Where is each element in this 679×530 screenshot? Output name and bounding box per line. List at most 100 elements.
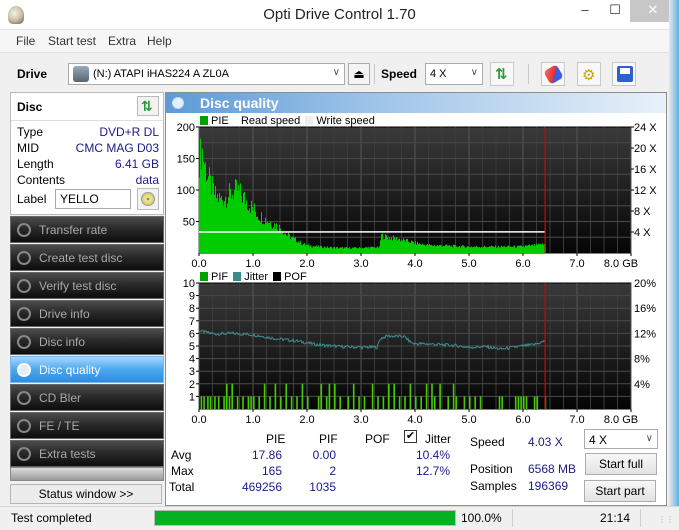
pie-bar xyxy=(298,241,299,253)
menu-help[interactable]: Help xyxy=(147,34,172,48)
save-button[interactable] xyxy=(612,62,636,86)
pie-bar xyxy=(258,219,259,253)
pie-bar xyxy=(519,245,520,253)
pie-bar xyxy=(218,201,219,253)
stats-header-pof: POF xyxy=(365,432,390,446)
pie-bar xyxy=(330,246,331,253)
menu-extra[interactable]: Extra xyxy=(108,34,136,48)
y-tick-label-left: 50 xyxy=(183,217,195,229)
start-full-button[interactable]: Start full xyxy=(585,453,657,475)
pie-bar xyxy=(312,247,313,253)
pie-bar xyxy=(207,179,208,253)
stats-avg-label: Avg xyxy=(171,448,192,462)
pie-bar xyxy=(273,227,274,253)
minimize-button[interactable]: – xyxy=(570,0,600,22)
pie-bar xyxy=(341,247,342,253)
pie-bar xyxy=(488,247,489,253)
pie-bar xyxy=(243,192,244,253)
disc-label-input[interactable]: YELLO xyxy=(55,189,131,209)
nav-item-drive-info[interactable]: Drive info xyxy=(10,300,164,327)
resize-grip-icon[interactable]: ⋮⋮ xyxy=(658,515,674,525)
test-speed-select[interactable]: 4 X ∨ xyxy=(584,429,658,449)
pie-bar xyxy=(433,245,434,253)
pie-bar xyxy=(201,169,202,253)
nav-item-label: CD Bler xyxy=(39,391,82,405)
stats-total-label: Total xyxy=(169,480,195,494)
pie-bar xyxy=(396,236,397,253)
pie-bar xyxy=(367,247,368,253)
pie-bar xyxy=(277,229,278,253)
pie-bar xyxy=(239,190,240,253)
pif-bar xyxy=(520,396,522,409)
pie-bar xyxy=(415,240,416,253)
nav-item-transfer-rate[interactable]: Transfer rate xyxy=(10,216,164,243)
progress-bar xyxy=(154,510,456,526)
nav-item-disc-info[interactable]: Disc info xyxy=(10,328,164,355)
nav-item-create-test-disc[interactable]: Create test disc xyxy=(10,244,164,271)
y-tick-label-right: 16% xyxy=(634,303,656,315)
chevron-down-icon: ∨ xyxy=(332,67,340,78)
nav-item-verify-test-disc[interactable]: Verify test disc xyxy=(10,272,164,299)
pie-bar xyxy=(209,167,210,253)
pie-bar xyxy=(300,240,301,253)
start-part-button[interactable]: Start part xyxy=(584,480,656,502)
pie-bar xyxy=(457,247,458,253)
pie-bar xyxy=(426,244,427,253)
pie-bar xyxy=(453,244,454,253)
pif-bar xyxy=(285,383,287,409)
pie-bar xyxy=(525,245,526,253)
disc-label-button[interactable] xyxy=(137,188,159,210)
pif-bar xyxy=(377,396,379,409)
pie-bar xyxy=(378,247,379,253)
pie-bar xyxy=(290,239,291,253)
pie-bar xyxy=(462,245,463,253)
settings-button[interactable]: ⚙ xyxy=(577,62,601,86)
nav-item-disc-quality[interactable]: Disc quality xyxy=(10,356,164,383)
pie-bar xyxy=(404,239,405,253)
refresh-icon: ⇅ xyxy=(495,66,508,83)
disc-header: Disc xyxy=(17,100,43,114)
nav-item-label: Disc info xyxy=(39,335,86,349)
menu-file[interactable]: File xyxy=(16,34,35,48)
eject-button[interactable]: ⏏ xyxy=(348,63,370,85)
pie-bar xyxy=(284,233,285,253)
pie-bar xyxy=(234,189,235,253)
pie-bar xyxy=(443,245,444,253)
refresh-speed-button[interactable]: ⇅ xyxy=(490,62,514,86)
menu-start-test[interactable]: Start test xyxy=(48,34,96,48)
pie-bar xyxy=(245,204,246,253)
pie-bar xyxy=(221,195,222,253)
pie-bar xyxy=(247,209,248,253)
jitter-checkbox[interactable]: ✔ xyxy=(404,430,417,443)
nav-item-cd-bler[interactable]: CD Bler xyxy=(10,384,164,411)
test-speed-value: 4 X xyxy=(589,433,608,447)
pie-bar xyxy=(311,247,312,253)
nav-item-extra-tests[interactable]: Extra tests xyxy=(10,440,164,467)
maximize-button[interactable]: ☐ xyxy=(600,0,630,22)
pie-bar xyxy=(203,161,204,253)
nav-item-fe-te[interactable]: FE / TE xyxy=(10,412,164,439)
drive-select[interactable]: (N:) ATAPI iHAS224 A ZL0A ∨ xyxy=(68,63,345,85)
x-tick-label: 1.0 xyxy=(245,414,260,426)
pie-bar xyxy=(235,179,236,253)
pie-bar xyxy=(202,148,203,253)
pie-bar xyxy=(295,237,296,253)
pie-bar xyxy=(481,247,482,253)
pie-bar xyxy=(383,239,384,253)
pie-bar xyxy=(264,224,265,253)
title-bar: Opti Drive Control 1.70 – ☐ ✕ xyxy=(0,0,679,30)
pie-bar xyxy=(372,246,373,253)
pie-bar xyxy=(515,247,516,253)
pie-bar xyxy=(534,244,535,253)
pie-bar xyxy=(225,196,226,253)
pie-bar xyxy=(405,241,406,253)
speed-select[interactable]: 4 X ∨ xyxy=(425,63,483,85)
label-caption: Label xyxy=(17,192,47,206)
pie-bar xyxy=(291,237,292,253)
erase-button[interactable] xyxy=(541,62,565,86)
status-window-button[interactable]: Status window >> xyxy=(10,484,162,504)
disc-quality-icon xyxy=(172,97,184,109)
refresh-disc-button[interactable]: ⇅ xyxy=(137,96,159,116)
disc-contents-value: data xyxy=(135,173,159,187)
menu-bar: File Start test Extra Help xyxy=(0,30,679,52)
